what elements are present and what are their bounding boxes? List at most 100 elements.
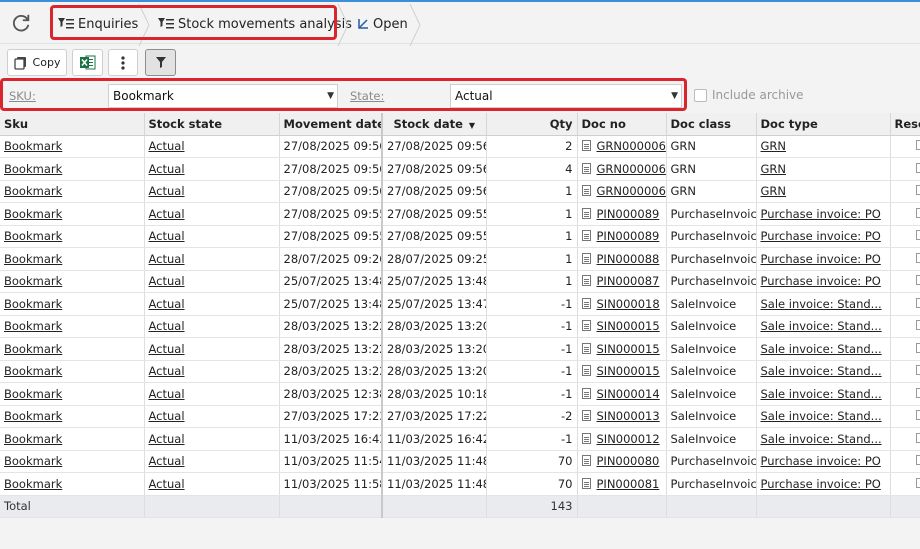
reserved-checkbox[interactable] — [915, 410, 920, 421]
include-archive-checkbox[interactable] — [694, 89, 707, 102]
sku-link[interactable]: Bookmark — [4, 387, 62, 401]
document-icon[interactable] — [581, 185, 591, 197]
doc-no-link[interactable]: PIN000087 — [597, 274, 660, 288]
doc-no-link[interactable]: PIN000080 — [597, 454, 660, 468]
doc-no-link[interactable]: SIN000015 — [597, 364, 660, 378]
document-icon[interactable] — [581, 252, 591, 264]
document-icon[interactable] — [581, 207, 591, 219]
document-icon[interactable] — [581, 297, 591, 309]
doc-type-link[interactable]: Purchase invoice: PO — [761, 274, 881, 288]
reserved-checkbox[interactable] — [915, 342, 920, 353]
table-row[interactable]: Bookmark Actual 11/03/2025 16:43 11/03/2025… — [0, 427, 920, 451]
table-row[interactable]: Bookmark Actual 25/07/2025 13:48 25/07/2025… — [0, 270, 920, 293]
stock-state-link[interactable]: Actual — [149, 274, 185, 288]
table-row[interactable]: Bookmark Actual 27/08/2025 09:56 27/08/2025… — [0, 180, 920, 203]
sku-link[interactable]: Bookmark — [4, 477, 62, 491]
table-row[interactable]: Bookmark Actual 25/07/2025 13:48 25/07/2025… — [0, 292, 920, 316]
doc-type-link[interactable]: Sale invoice: Stand... — [761, 297, 882, 311]
column-header-qty[interactable]: Qty — [486, 113, 578, 136]
sku-select[interactable]: Bookmark ▼ — [108, 84, 338, 108]
document-icon[interactable] — [581, 342, 591, 354]
table-row[interactable]: Bookmark Actual 27/08/2025 09:56 27/08/2025… — [0, 157, 920, 181]
document-icon[interactable] — [581, 477, 591, 489]
stock-state-link[interactable]: Actual — [149, 319, 185, 333]
reserved-checkbox[interactable] — [915, 140, 920, 151]
reserved-checkbox[interactable] — [915, 185, 920, 196]
doc-no-link[interactable]: SIN000015 — [597, 319, 660, 333]
table-row[interactable]: Bookmark Actual 28/03/2025 13:22 28/03/2025… — [0, 337, 920, 361]
doc-type-link[interactable]: Purchase invoice: PO — [761, 252, 881, 266]
document-icon[interactable] — [581, 387, 591, 399]
sku-link[interactable]: Bookmark — [4, 297, 62, 311]
stock-state-link[interactable]: Actual — [149, 207, 185, 221]
stock-state-link[interactable]: Actual — [149, 252, 185, 266]
doc-type-link[interactable]: GRN — [761, 139, 787, 153]
doc-type-link[interactable]: Purchase invoice: PO — [761, 454, 881, 468]
doc-type-link[interactable]: Sale invoice: Stand... — [761, 319, 882, 333]
sort-desc-icon[interactable]: ▼ — [469, 121, 475, 130]
doc-no-link[interactable]: PIN000088 — [597, 252, 660, 266]
column-header-reserved[interactable]: Rese — [890, 113, 920, 136]
table-row[interactable]: Bookmark Actual 28/03/2025 13:22 28/03/2025… — [0, 360, 920, 383]
table-row[interactable]: Bookmark Actual 28/03/2025 13:22 28/03/2025… — [0, 315, 920, 338]
reserved-checkbox[interactable] — [915, 477, 920, 488]
reserved-checkbox[interactable] — [915, 365, 920, 376]
table-row[interactable]: Bookmark Actual 28/03/2025 12:38 28/03/2025… — [0, 382, 920, 406]
stock-state-link[interactable]: Actual — [149, 387, 185, 401]
sku-link[interactable]: Bookmark — [4, 184, 62, 198]
stock-state-link[interactable]: Actual — [149, 364, 185, 378]
document-icon[interactable] — [581, 455, 591, 467]
export-excel-button[interactable] — [72, 49, 103, 76]
state-select[interactable]: Actual ▼ — [450, 84, 682, 108]
doc-type-link[interactable]: GRN — [761, 162, 787, 176]
column-header-sku[interactable]: Sku — [0, 113, 145, 136]
doc-type-link[interactable]: Sale invoice: Stand... — [761, 364, 882, 378]
stock-state-link[interactable]: Actual — [149, 409, 185, 423]
sku-link[interactable]: Bookmark — [4, 319, 62, 333]
stock-state-link[interactable]: Actual — [149, 184, 185, 198]
open-link[interactable]: Open — [357, 14, 408, 34]
stock-state-link[interactable]: Actual — [149, 297, 185, 311]
table-row[interactable]: Bookmark Actual 27/08/2025 09:56 27/08/2025… — [0, 135, 920, 158]
doc-no-link[interactable]: SIN000018 — [597, 297, 660, 311]
doc-no-link[interactable]: SIN000013 — [597, 409, 660, 423]
doc-no-link[interactable]: PIN000089 — [597, 207, 660, 221]
sku-link[interactable]: Bookmark — [4, 454, 62, 468]
document-icon[interactable] — [581, 365, 591, 377]
document-icon[interactable] — [581, 230, 591, 242]
column-header-doc-type[interactable]: Doc type — [756, 113, 891, 136]
column-header-stock-date[interactable]: Stock date ▼ — [381, 113, 487, 136]
doc-no-link[interactable]: PIN000081 — [597, 477, 660, 491]
document-icon[interactable] — [581, 162, 591, 174]
doc-no-link[interactable]: GRN000006 — [597, 162, 666, 176]
doc-no-link[interactable]: SIN000012 — [597, 432, 660, 446]
reserved-checkbox[interactable] — [915, 297, 920, 308]
reserved-checkbox[interactable] — [915, 207, 920, 218]
table-row[interactable]: Bookmark Actual 27/08/2025 09:55 27/08/2025… — [0, 202, 920, 226]
doc-type-link[interactable]: Sale invoice: Stand... — [761, 432, 882, 446]
table-row[interactable]: Bookmark Actual 28/07/2025 09:26 28/07/2025… — [0, 247, 920, 271]
doc-no-link[interactable]: PIN000089 — [597, 229, 660, 243]
column-header-movement-date[interactable]: Movement date — [279, 113, 383, 136]
reserved-checkbox[interactable] — [915, 455, 920, 466]
sku-link[interactable]: Bookmark — [4, 139, 62, 153]
doc-type-link[interactable]: Sale invoice: Stand... — [761, 409, 882, 423]
stock-state-link[interactable]: Actual — [149, 342, 185, 356]
reserved-checkbox[interactable] — [915, 230, 920, 241]
doc-no-link[interactable]: SIN000014 — [597, 387, 660, 401]
doc-no-link[interactable]: GRN000006 — [597, 184, 666, 198]
doc-type-link[interactable]: Purchase invoice: PO — [761, 477, 881, 491]
sku-link[interactable]: Bookmark — [4, 252, 62, 266]
document-icon[interactable] — [581, 320, 591, 332]
more-options-button[interactable] — [108, 49, 138, 76]
stock-state-link[interactable]: Actual — [149, 139, 185, 153]
table-row[interactable]: Bookmark Actual 27/03/2025 17:23 27/03/2025… — [0, 405, 920, 428]
doc-type-link[interactable]: Sale invoice: Stand... — [761, 342, 882, 356]
sku-link[interactable]: Bookmark — [4, 432, 62, 446]
reserved-checkbox[interactable] — [915, 320, 920, 331]
sku-link[interactable]: Bookmark — [4, 409, 62, 423]
document-icon[interactable] — [581, 140, 591, 152]
stock-state-link[interactable]: Actual — [149, 477, 185, 491]
doc-type-link[interactable]: Purchase invoice: PO — [761, 229, 881, 243]
column-header-doc-class[interactable]: Doc class — [666, 113, 757, 136]
